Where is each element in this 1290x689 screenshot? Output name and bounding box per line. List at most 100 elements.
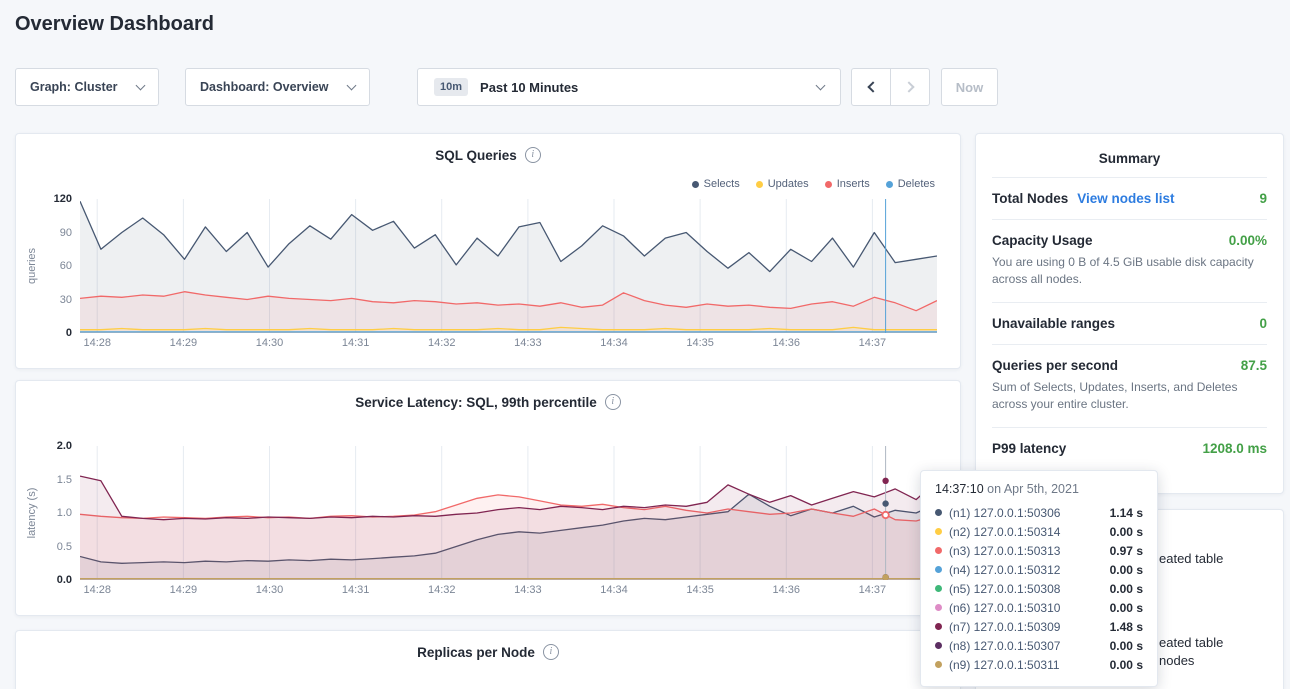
tooltip-node-value: 1.48 s	[1110, 620, 1143, 634]
series-color-dot	[935, 642, 942, 649]
y-tick-label: 1.5	[57, 472, 72, 488]
time-range-label: Past 10 Minutes	[480, 80, 578, 95]
tooltip-node-row: (n2) 127.0.0.1:503140.00 s	[935, 522, 1143, 541]
series-color-dot	[935, 623, 942, 630]
tooltip-node-value: 0.00 s	[1110, 601, 1143, 615]
summary-row: P99 latency1208.0 ms	[992, 427, 1267, 469]
tooltip-node-row: (n3) 127.0.0.1:503130.97 s	[935, 541, 1143, 560]
tooltip-node-value: 0.97 s	[1110, 544, 1143, 558]
time-next-button[interactable]	[890, 68, 930, 106]
tooltip-node-value: 0.00 s	[1110, 563, 1143, 577]
dashboard-selector-label: Dashboard: Overview	[200, 80, 329, 94]
y-tick-label: 1.0	[57, 505, 72, 521]
chart-header: SQL Queries i	[16, 147, 960, 163]
x-tick-label: 14:30	[245, 584, 293, 596]
x-axis: 14:2814:2914:3014:3114:3214:3314:3414:35…	[80, 337, 937, 353]
tooltip-node-value: 0.00 s	[1110, 639, 1143, 653]
legend-item[interactable]: Inserts	[825, 178, 870, 190]
summary-value: 0	[1259, 316, 1267, 331]
x-tick-label: 14:33	[504, 337, 552, 349]
info-icon[interactable]: i	[525, 147, 541, 163]
y-tick-label: 0.5	[57, 539, 72, 555]
info-icon[interactable]: i	[605, 394, 621, 410]
sql-queries-chart-panel: SQL Queries i Selects Updates Inserts Delet…	[15, 133, 961, 369]
tooltip-node-label: (n1) 127.0.0.1:50306	[949, 506, 1060, 520]
x-tick-label: 14:28	[73, 337, 121, 349]
summary-panel: Summary Total NodesView nodes list9Capac…	[975, 133, 1284, 494]
graph-selector-dropdown[interactable]: Graph: Cluster	[15, 68, 159, 106]
tooltip-node-value: 0.00 s	[1110, 525, 1143, 539]
summary-title: Summary	[992, 134, 1267, 177]
summary-label: Queries per second	[992, 358, 1118, 373]
series-color-dot	[825, 181, 832, 188]
summary-link[interactable]: View nodes list	[1077, 191, 1174, 206]
time-range-selector[interactable]: 10m Past 10 Minutes	[417, 68, 841, 106]
chart-plot[interactable]	[80, 199, 937, 333]
x-tick-label: 14:32	[418, 584, 466, 596]
series-color-dot	[935, 528, 942, 535]
summary-note: Sum of Selects, Updates, Inserts, and De…	[992, 379, 1267, 414]
summary-row: Total NodesView nodes list9	[992, 177, 1267, 219]
summary-value: 0.00%	[1229, 233, 1267, 248]
chevron-down-icon	[136, 80, 146, 90]
tooltip-node-label: (n6) 127.0.0.1:50310	[949, 601, 1060, 615]
x-tick-label: 14:31	[332, 337, 380, 349]
chart-legend: Selects Updates Inserts Deletes	[692, 178, 935, 190]
dashboard-selector-dropdown[interactable]: Dashboard: Overview	[185, 68, 370, 106]
tooltip-node-row: (n7) 127.0.0.1:503091.48 s	[935, 617, 1143, 636]
legend-item[interactable]: Selects	[692, 178, 740, 190]
series-color-dot	[935, 509, 942, 516]
chart-plot[interactable]	[80, 446, 937, 580]
summary-note: You are using 0 B of 4.5 GiB usable disk…	[992, 254, 1267, 289]
chart-title: SQL Queries	[435, 148, 517, 163]
tooltip-node-value: 0.00 s	[1110, 658, 1143, 672]
x-tick-label: 14:32	[418, 337, 466, 349]
summary-rows: Total NodesView nodes list9Capacity Usag…	[992, 177, 1267, 469]
time-prev-button[interactable]	[851, 68, 891, 106]
time-range-badge: 10m	[434, 78, 468, 96]
x-tick-label: 14:35	[676, 337, 724, 349]
chart-header: Service Latency: SQL, 99th percentile i	[16, 394, 960, 410]
chevron-down-icon	[816, 80, 826, 90]
summary-label: Unavailable ranges	[992, 316, 1115, 331]
summary-value: 87.5	[1241, 358, 1267, 373]
y-tick-label: 0.0	[57, 572, 72, 588]
summary-label: Total Nodes	[992, 191, 1068, 206]
legend-item[interactable]: Updates	[756, 178, 809, 190]
x-tick-label: 14:36	[762, 584, 810, 596]
summary-row: Queries per second 87.5 Sum of Selects, Up…	[992, 344, 1267, 427]
x-tick-label: 14:33	[504, 584, 552, 596]
tooltip-node-row: (n8) 127.0.0.1:50307 0.00 s	[935, 636, 1143, 655]
tooltip-node-row: (n4) 127.0.0.1:50312 0.00 s	[935, 560, 1143, 579]
tooltip-node-value: 1.14 s	[1110, 506, 1143, 520]
tooltip-node-label: (n8) 127.0.0.1:50307	[949, 639, 1060, 653]
now-button[interactable]: Now	[941, 68, 998, 106]
y-axis: 1209060300	[16, 191, 72, 341]
tooltip-node-row: (n9) 127.0.0.1:50311 0.00 s	[935, 655, 1143, 674]
y-axis: 2.0 1.5 1.0 0.5 0.0	[16, 438, 72, 588]
x-tick-label: 14:29	[159, 337, 207, 349]
tooltip-node-value: 0.00 s	[1110, 582, 1143, 596]
service-latency-chart-panel: Service Latency: SQL, 99th percentile i …	[15, 380, 961, 616]
x-tick-label: 14:36	[762, 337, 810, 349]
legend-item[interactable]: Deletes	[886, 178, 935, 190]
x-tick-label: 14:34	[590, 337, 638, 349]
y-tick-label: 60	[60, 258, 72, 274]
tooltip-node-label: (n4) 127.0.0.1:50312	[949, 563, 1060, 577]
summary-row: Capacity Usage 0.00% You are using 0 B of …	[992, 219, 1267, 302]
y-tick-label: 90	[60, 225, 72, 241]
tooltip-node-rows: (n1) 127.0.0.1:50306 1.14 s (n2) 127.0.0.1…	[935, 503, 1143, 674]
tooltip-node-label: (n9) 127.0.0.1:50311	[949, 658, 1060, 672]
page-title: Overview Dashboard	[15, 13, 214, 36]
chevron-left-icon	[867, 81, 878, 92]
chart-title: Service Latency: SQL, 99th percentile	[355, 395, 597, 410]
series-color-dot	[935, 547, 942, 554]
y-tick-label: 2.0	[57, 438, 72, 454]
x-tick-label: 14:28	[73, 584, 121, 596]
x-tick-label: 14:29	[159, 584, 207, 596]
event-text-fragment: eated table	[1159, 635, 1223, 650]
series-color-dot	[756, 181, 763, 188]
info-icon[interactable]: i	[543, 644, 559, 660]
summary-label: Capacity Usage	[992, 233, 1093, 248]
graph-selector-label: Graph: Cluster	[30, 80, 118, 94]
